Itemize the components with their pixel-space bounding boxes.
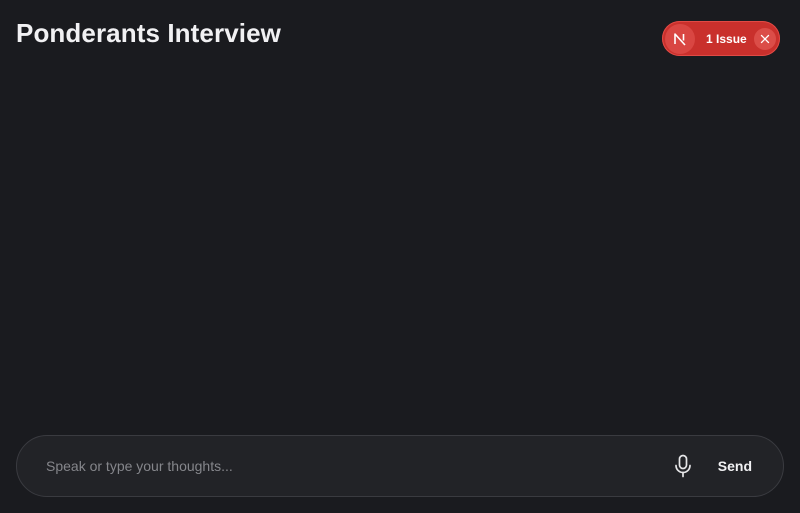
message-composer: Send (16, 435, 784, 497)
issue-count-label[interactable]: 1 Issue (706, 32, 747, 46)
issue-badge[interactable]: 1 Issue (662, 21, 780, 56)
close-glyph (760, 34, 770, 43)
close-icon[interactable] (754, 27, 776, 50)
microphone-icon[interactable] (668, 451, 698, 481)
nextjs-logo-icon[interactable] (665, 23, 695, 54)
page-title: Ponderants Interview (16, 18, 281, 48)
message-input[interactable] (46, 446, 660, 486)
interview-page: Ponderants Interview 1 Issue Send (0, 0, 800, 513)
nextjs-logo-glyph (674, 32, 686, 46)
send-button[interactable]: Send (718, 454, 752, 478)
microphone-glyph (674, 454, 691, 478)
